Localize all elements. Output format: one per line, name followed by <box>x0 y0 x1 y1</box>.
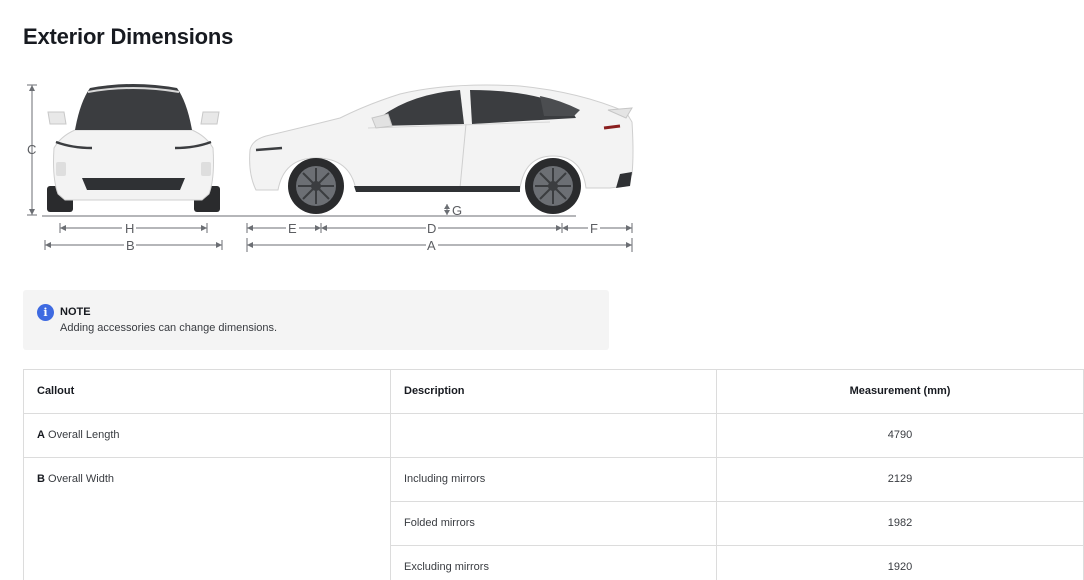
note-title: NOTE <box>60 306 91 318</box>
note-text: Adding accessories can change dimensions… <box>60 322 278 334</box>
dim-label-f: F <box>590 221 598 236</box>
dim-label-c: C <box>27 142 36 157</box>
description-cell: Folded mirrors <box>390 501 717 546</box>
dimensions-table: Callout Description Measurement (mm) A O… <box>23 369 1084 580</box>
header-measurement: Measurement (mm) <box>716 369 1084 414</box>
callout-letter: B <box>37 473 45 485</box>
dim-label-b: B <box>126 238 135 253</box>
header-description: Description <box>390 369 717 414</box>
description-cell: Excluding mirrors <box>390 545 717 580</box>
measurement-cell: 4790 <box>716 413 1084 458</box>
description-cell: Including mirrors <box>390 457 717 502</box>
note-box: i NOTE Adding accessories can change dim… <box>23 290 609 350</box>
dim-label-a: A <box>427 238 436 253</box>
dim-label-d: D <box>427 221 436 236</box>
table-row: B Overall Width Including mirrors 2129 <box>23 457 1084 580</box>
callout-letter: A <box>37 429 45 441</box>
header-callout: Callout <box>23 369 391 414</box>
page-title: Exterior Dimensions <box>23 24 234 49</box>
callout-cell: B Overall Width <box>23 457 391 580</box>
callout-cell: A Overall Length <box>23 413 391 458</box>
table-row: A Overall Length 4790 <box>23 413 1084 458</box>
measurement-cell: 2129 <box>716 457 1084 502</box>
table-header-row: Callout Description Measurement (mm) <box>23 369 1084 414</box>
car-front-view <box>47 84 220 212</box>
car-side-view <box>249 84 634 214</box>
dim-label-e: E <box>288 221 297 236</box>
measurement-cell: 1982 <box>716 501 1084 546</box>
exterior-dimensions-diagram: C H B E D F A G <box>20 78 640 263</box>
info-icon: i <box>37 304 54 321</box>
dim-label-h: H <box>125 221 134 236</box>
description-cell <box>390 413 717 458</box>
callout-name: Overall Length <box>44 429 120 441</box>
dim-label-g: G <box>452 203 462 218</box>
callout-name: Overall Width <box>44 473 115 485</box>
measurement-cell: 1920 <box>716 545 1084 580</box>
